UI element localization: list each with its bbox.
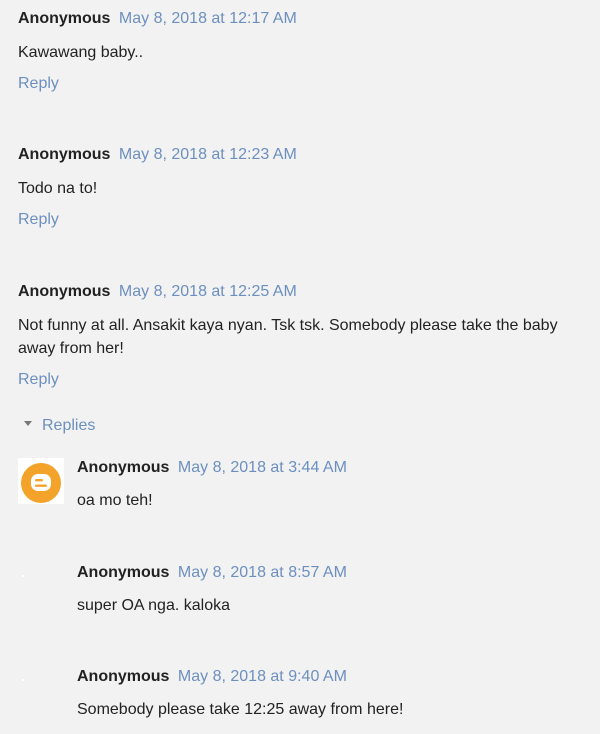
reply-header: Anonymous May 8, 2018 at 9:40 AM bbox=[77, 667, 592, 687]
comment-header: Anonymous May 8, 2018 at 12:17 AM bbox=[18, 9, 592, 29]
reply-item: Anonymous May 8, 2018 at 8:57 AM super O… bbox=[18, 563, 592, 623]
reply-content: Anonymous May 8, 2018 at 8:57 AM super O… bbox=[77, 563, 592, 617]
reply-timestamp-link[interactable]: May 8, 2018 at 3:44 AM bbox=[178, 459, 347, 476]
reply-body: Somebody please take 12:25 away from her… bbox=[77, 701, 404, 718]
reply-button[interactable]: Reply bbox=[18, 74, 59, 94]
comment-timestamp-link[interactable]: May 8, 2018 at 12:17 AM bbox=[119, 10, 297, 27]
replies-toggle-label: Replies bbox=[42, 417, 96, 434]
reply-body: oa mo teh! bbox=[77, 492, 153, 509]
comment-author: Anonymous bbox=[18, 146, 111, 163]
reply-content: Anonymous May 8, 2018 at 9:40 AM Somebod… bbox=[77, 667, 592, 721]
reply-content: Anonymous May 8, 2018 at 3:44 AM oa mo t… bbox=[77, 458, 592, 512]
comment-timestamp-link[interactable]: May 8, 2018 at 12:23 AM bbox=[119, 146, 297, 163]
reply-header: Anonymous May 8, 2018 at 8:57 AM bbox=[77, 563, 592, 583]
blank-avatar bbox=[18, 563, 64, 609]
comment-author: Anonymous bbox=[18, 283, 111, 300]
reply-timestamp-link[interactable]: May 8, 2018 at 8:57 AM bbox=[178, 564, 347, 581]
reply-author: Anonymous bbox=[77, 564, 170, 581]
reply-author: Anonymous bbox=[77, 668, 170, 685]
comment: Anonymous May 8, 2018 at 12:23 AM Todo n… bbox=[18, 145, 592, 230]
reply-item: Anonymous May 8, 2018 at 9:40 AM Somebod… bbox=[18, 667, 592, 727]
reply-button[interactable]: Reply bbox=[18, 370, 59, 390]
comment: Anonymous May 8, 2018 at 12:17 AM Kawawa… bbox=[18, 9, 592, 94]
comment-body: Kawawang baby.. bbox=[18, 44, 144, 61]
comment-header: Anonymous May 8, 2018 at 12:25 AM bbox=[18, 282, 592, 302]
replies-toggle[interactable]: Replies bbox=[24, 416, 95, 436]
comment: Anonymous May 8, 2018 at 12:25 AM Not fu… bbox=[18, 282, 592, 390]
reply-header: Anonymous May 8, 2018 at 3:44 AM bbox=[77, 458, 592, 478]
blogger-logo-icon bbox=[18, 458, 64, 504]
comment-header: Anonymous May 8, 2018 at 12:23 AM bbox=[18, 145, 592, 165]
caret-down-icon bbox=[24, 421, 32, 427]
reply-body: super OA nga. kaloka bbox=[77, 597, 230, 614]
comment-body: Todo na to! bbox=[18, 180, 98, 197]
reply-button[interactable]: Reply bbox=[18, 210, 59, 230]
comment-timestamp-link[interactable]: May 8, 2018 at 12:25 AM bbox=[119, 283, 297, 300]
reply-item: Anonymous May 8, 2018 at 3:44 AM oa mo t… bbox=[18, 458, 592, 518]
comment-author: Anonymous bbox=[18, 10, 111, 27]
comment-body: Not funny at all. Ansakit kaya nyan. Tsk… bbox=[18, 317, 558, 357]
blank-avatar bbox=[18, 667, 64, 713]
reply-timestamp-link[interactable]: May 8, 2018 at 9:40 AM bbox=[178, 668, 347, 685]
reply-author: Anonymous bbox=[77, 459, 170, 476]
